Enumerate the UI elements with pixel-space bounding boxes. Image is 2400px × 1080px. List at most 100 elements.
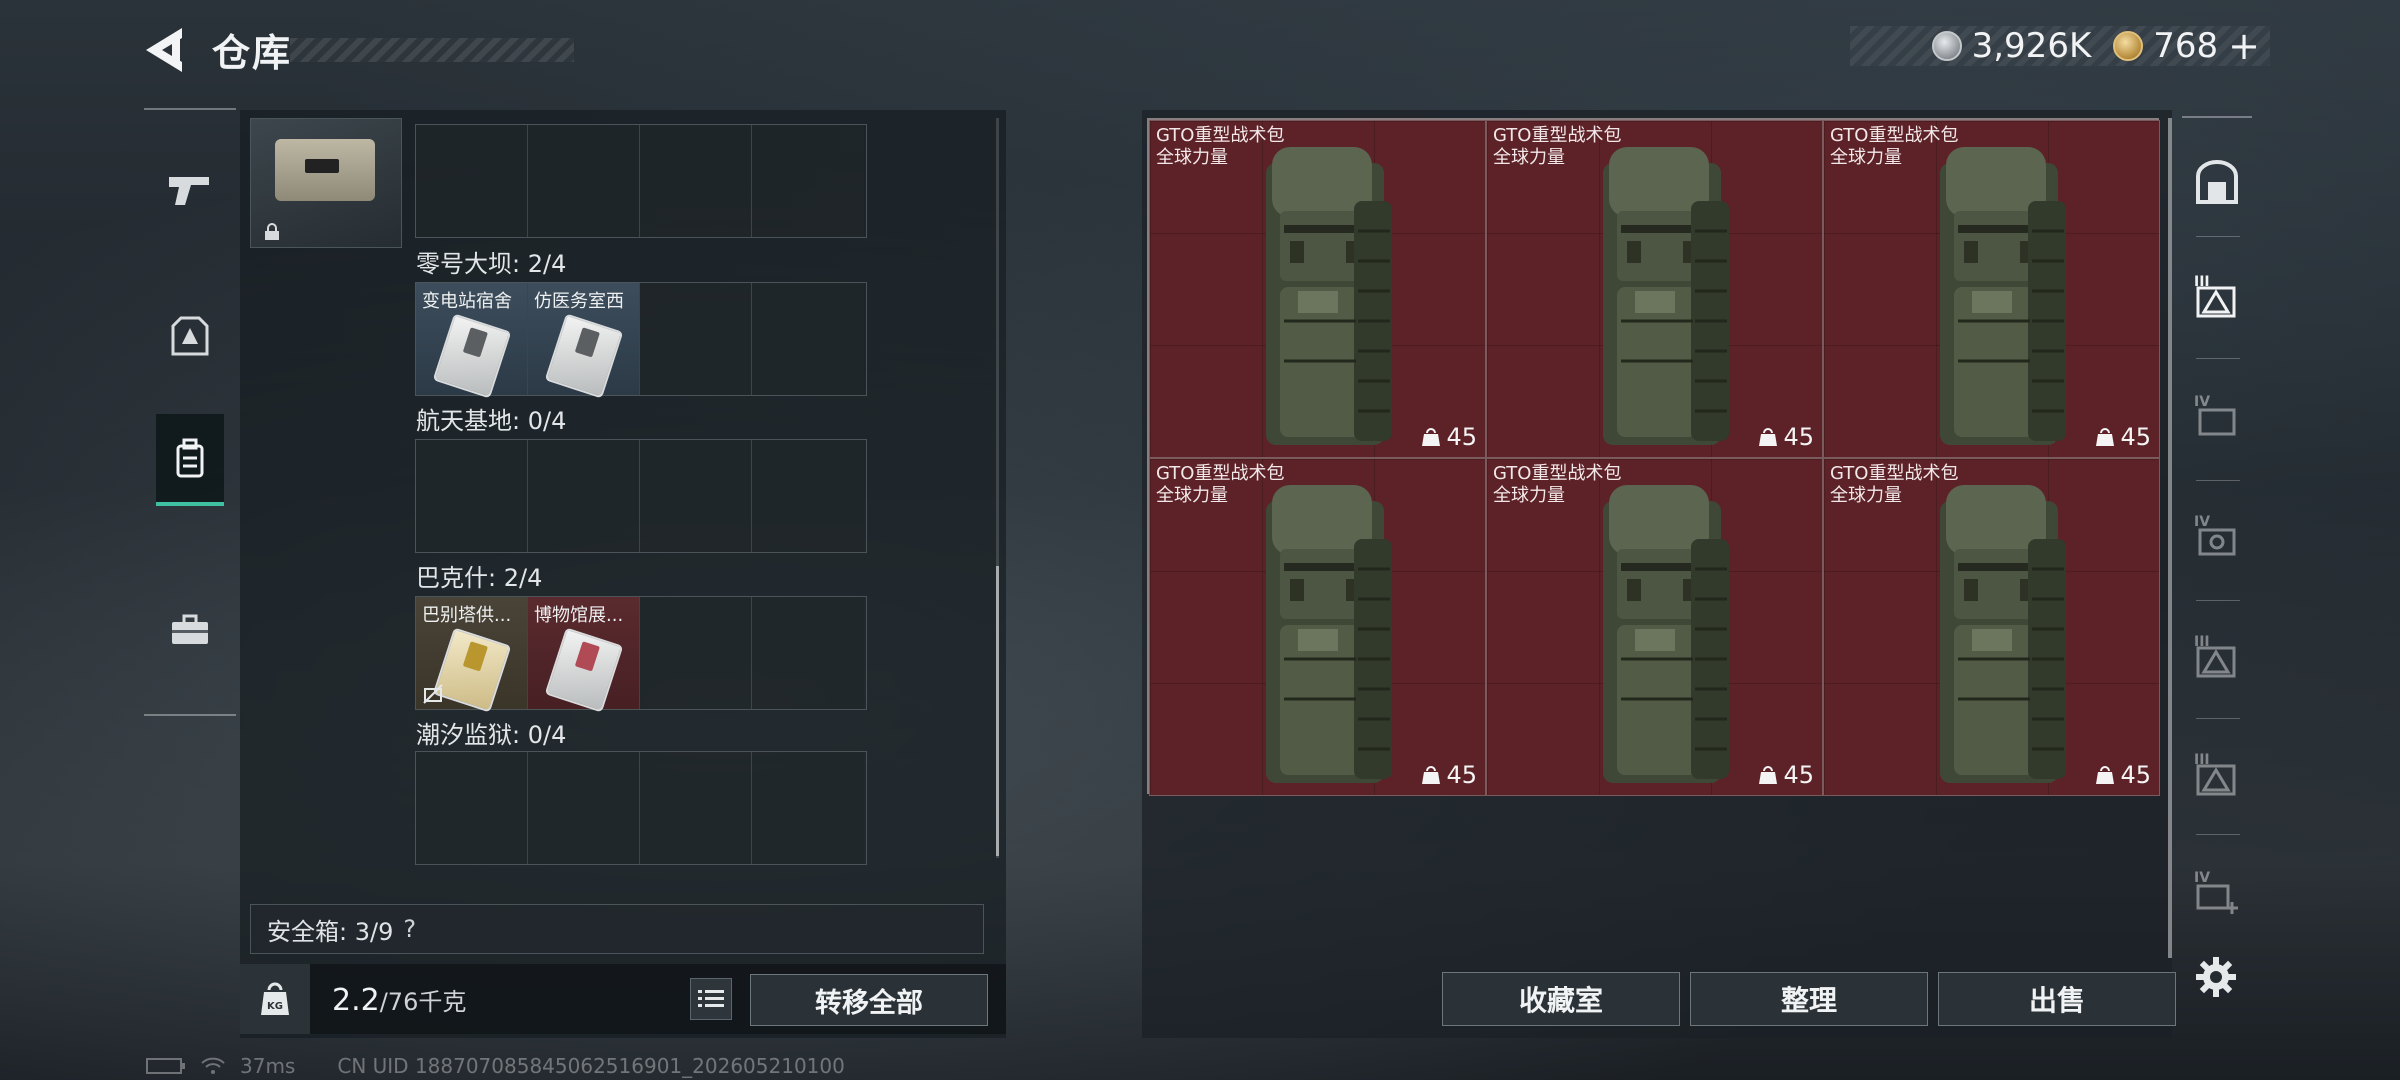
back-arrow-icon[interactable] (142, 24, 186, 76)
currency-bar: 3,926K 768 + (1850, 24, 2270, 68)
empty-slot[interactable] (640, 752, 752, 864)
tier-label: IV (2194, 514, 2210, 530)
gold-coin-icon (2113, 31, 2144, 61)
backpack-image (1603, 147, 1729, 445)
backpack-weight: 45 (1759, 761, 1814, 789)
vault-icon (2196, 160, 2238, 204)
ping-readout: 37ms (240, 1054, 296, 1078)
weight-icon (2096, 428, 2115, 446)
scrollbar-thumb[interactable] (996, 566, 999, 856)
keycard-slot[interactable]: 仿医务室西 (528, 283, 640, 399)
keycard-image (432, 313, 512, 399)
backpack-weight-value: 45 (1783, 761, 1814, 789)
sell-button[interactable]: 出售 (1938, 972, 2176, 1026)
empty-slot[interactable] (528, 440, 640, 552)
weight-icon (1422, 766, 1441, 784)
storage-box-icon: III (2194, 634, 2236, 678)
backpack-weight: 45 (2096, 761, 2151, 789)
empty-slot[interactable] (640, 283, 752, 395)
backpack-item[interactable]: GTO重型战术包 全球力量 45 (1823, 458, 2160, 796)
gold-currency[interactable]: 768 + (2113, 24, 2260, 68)
keycard-slot[interactable]: 变电站宿舍 (416, 283, 528, 399)
safebox-capacity-label: 安全箱: 3/9 (267, 917, 394, 946)
storage-tab-home[interactable] (2188, 152, 2246, 212)
safebox-capacity-bar: 安全箱: 3/9 ? (250, 904, 984, 954)
backpack-image (1266, 147, 1392, 445)
backpack-weight-value: 45 (1446, 761, 1477, 789)
empty-slot[interactable] (752, 597, 864, 709)
empty-slot[interactable] (528, 752, 640, 864)
nav-weapons[interactable] (156, 144, 224, 236)
silver-coin-icon (1931, 31, 1962, 61)
storage-tab-2[interactable]: IV (2188, 386, 2246, 446)
add-storage-icon: IV (2194, 870, 2238, 914)
nav-gear[interactable] (156, 290, 224, 382)
storage-scrollbar[interactable] (2168, 118, 2172, 958)
slot-row: 变电站宿舍 仿医务室西 (415, 282, 867, 399)
right-storage-nav: III IV IV III III IV (2182, 116, 2252, 958)
nav-containers[interactable] (156, 584, 224, 676)
weight-max: /76千克 (379, 988, 467, 1016)
pistol-icon (169, 177, 209, 205)
empty-slot[interactable] (416, 440, 528, 552)
empty-slot[interactable] (528, 125, 640, 237)
lock-icon (265, 223, 279, 240)
backpack-item[interactable]: GTO重型战术包 全球力量 45 (1486, 458, 1823, 796)
backpack-grid: GTO重型战术包 全球力量 45 GTO重型战术包 全球力量 45 GTO重型战… (1147, 118, 2160, 796)
keycard-label: 博物馆展... (534, 605, 624, 626)
keycard-slot[interactable]: 巴别塔供... (416, 597, 528, 713)
backpack-item[interactable]: GTO重型战术包 全球力量 45 (1823, 120, 2160, 458)
weight-icon (1759, 428, 1778, 446)
storage-tab-3[interactable]: IV (2188, 506, 2246, 566)
empty-slot[interactable] (416, 125, 528, 237)
weight-kg-button[interactable]: KG (240, 964, 310, 1034)
transfer-all-button[interactable]: 转移全部 (750, 974, 988, 1026)
safe-case-item[interactable] (250, 118, 402, 248)
no-carry-icon (423, 684, 443, 704)
empty-slot[interactable] (640, 597, 752, 709)
storage-box-icon: III (2194, 752, 2236, 796)
nav-backpacks[interactable] (156, 414, 224, 506)
keycard-slot[interactable]: 博物馆展... (528, 597, 640, 713)
list-icon (698, 990, 724, 1007)
storage-tab-add[interactable]: IV (2188, 862, 2246, 922)
backpack-item[interactable]: GTO重型战术包 全球力量 45 (1149, 458, 1486, 796)
left-category-nav (144, 108, 236, 716)
slot-row (415, 751, 867, 865)
backpack-item[interactable]: GTO重型战术包 全球力量 45 (1149, 120, 1486, 458)
region-label: 巴克什: 2/4 (416, 564, 543, 592)
weight-bar: KG 2.2/76千克 转移全部 (240, 964, 1006, 1034)
backpack-image (1266, 485, 1392, 783)
backpack-item[interactable]: GTO重型战术包 全球力量 45 (1486, 120, 1823, 458)
backpack-weight: 45 (2096, 423, 2151, 451)
organize-button[interactable]: 整理 (1690, 972, 1928, 1026)
empty-slot[interactable] (752, 440, 864, 552)
weight-icon (2096, 766, 2115, 784)
collection-room-button[interactable]: 收藏室 (1442, 972, 1680, 1026)
empty-slot[interactable] (752, 283, 864, 395)
backpack-weight-value: 45 (1783, 423, 1814, 451)
region-label: 航天基地: 0/4 (416, 407, 567, 435)
storage-tab-5[interactable]: III (2188, 744, 2246, 804)
help-icon[interactable]: ? (403, 915, 416, 943)
empty-slot[interactable] (640, 440, 752, 552)
briefcase-icon (172, 614, 208, 644)
add-gold-button[interactable]: + (2228, 24, 2260, 68)
silver-amount: 3,926K (1971, 26, 2092, 66)
empty-slot[interactable] (752, 125, 864, 237)
battery-icon (146, 1058, 185, 1074)
safe-case-image (275, 139, 375, 201)
storage-tab-1[interactable]: III (2188, 266, 2246, 326)
storage-tab-4[interactable]: III (2188, 626, 2246, 686)
backpack-weight-value: 45 (1446, 423, 1477, 451)
backpack-weight: 45 (1422, 761, 1477, 789)
empty-slot[interactable] (640, 125, 752, 237)
backpack-icon (176, 438, 204, 478)
page-title: 仓库 (212, 31, 293, 75)
settings-gear-icon[interactable] (2194, 955, 2238, 999)
empty-slot[interactable] (416, 752, 528, 864)
backpack-weight: 45 (1759, 423, 1814, 451)
weight-icon (1422, 428, 1441, 446)
list-view-button[interactable] (690, 978, 732, 1020)
empty-slot[interactable] (752, 752, 864, 864)
